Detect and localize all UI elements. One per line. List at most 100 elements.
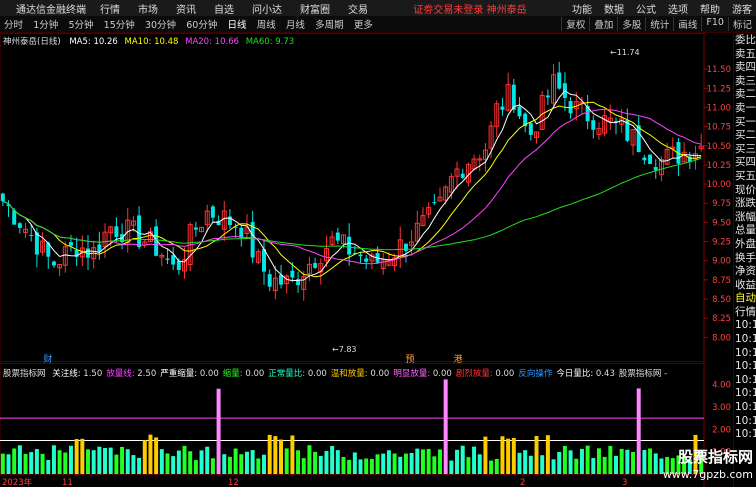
volume-ratio-bar xyxy=(494,458,499,474)
quote-field-label: 10:1 xyxy=(735,428,756,441)
candle-body xyxy=(591,120,596,130)
volume-ratio-bar xyxy=(602,456,607,474)
main-chart-header: 神州泰岳(日线) MA5: 10.26 MA10: 10.48 MA20: 10… xyxy=(3,35,294,47)
volume-ratio-bar xyxy=(91,450,96,474)
volume-ratio-bar xyxy=(103,447,108,474)
quote-field-label: 买四 xyxy=(735,156,756,169)
quote-field-label: 卖四 xyxy=(735,61,756,74)
y-tick-label: 10.00 xyxy=(707,180,731,190)
volume-ratio-bar xyxy=(29,452,34,474)
volume-ratio-bar xyxy=(403,453,408,474)
volume-ratio-bar xyxy=(256,458,261,474)
low-price-label: ←7.83 xyxy=(332,345,357,354)
candle-body xyxy=(171,255,176,265)
main-frame xyxy=(0,33,705,362)
volume-ratio-bar xyxy=(347,459,352,474)
menu-item[interactable]: 游客 xyxy=(732,1,752,16)
quote-field-label: 10:1 xyxy=(735,360,756,373)
volume-ratio-bar xyxy=(528,455,533,474)
volume-ratio-bar xyxy=(171,456,176,474)
volume-ratio-bar xyxy=(500,436,505,474)
volume-ratio-bar xyxy=(182,445,187,474)
ma-label: MA5: 10.26 xyxy=(69,37,118,47)
quote-field-label: 卖一 xyxy=(735,101,756,114)
volume-ratio-bar xyxy=(284,448,289,474)
volume-ratio-bar xyxy=(369,459,374,474)
candle-body xyxy=(460,173,465,178)
candle-body xyxy=(17,223,22,228)
y-tick-label: 8.00 xyxy=(712,333,731,343)
volume-ratio-bar xyxy=(585,445,590,474)
volume-ratio-bar xyxy=(358,459,363,474)
volume-ratio-bar xyxy=(176,450,181,474)
ma-line xyxy=(2,101,702,278)
ma-line xyxy=(2,90,702,282)
volume-ratio-bar xyxy=(250,450,255,474)
quote-field-label: 外盘 xyxy=(735,237,756,250)
candle-body xyxy=(193,227,198,230)
quote-field-label: 涨跌 xyxy=(735,197,756,210)
sub-chart-header: 股票指标网 关注线: 1.50 放量线: 2.50 严重缩量: 0.00 缩量: 0.… xyxy=(3,367,667,379)
quote-field-label: 换手 xyxy=(735,251,756,264)
x-axis-label: 2 xyxy=(520,478,525,487)
y-tick-label: 10.25 xyxy=(707,161,731,171)
candle-body xyxy=(335,232,340,241)
volume-ratio-bar xyxy=(148,434,153,474)
volume-ratio-bar xyxy=(483,436,488,474)
volume-ratio-bar xyxy=(233,448,238,474)
volume-ratio-bar xyxy=(330,445,335,474)
candle-body xyxy=(358,254,363,257)
volume-ratio-bar xyxy=(352,452,357,474)
indicator-tail: 股票指标网 - xyxy=(618,369,668,379)
y-tick-label: 9.00 xyxy=(712,257,731,267)
quote-field-label: 自动 xyxy=(735,292,756,305)
candle-body xyxy=(12,210,17,225)
volume-ratio-bar xyxy=(557,451,562,474)
quote-field-label: 净资 xyxy=(735,265,756,278)
indicator-param: 放量线: 2.50 xyxy=(106,369,157,379)
indicator-param: 反向操作 xyxy=(518,369,553,379)
volume-ratio-bar xyxy=(506,438,511,474)
candle-body xyxy=(364,258,369,262)
volume-ratio-bar xyxy=(455,449,460,474)
volume-ratio-bar xyxy=(438,449,442,474)
indicator-param: 严重缩量: 0.00 xyxy=(160,369,219,379)
volume-ratio-bar xyxy=(477,454,482,474)
quote-field-label: 买一 xyxy=(735,115,756,128)
volume-ratio-bar xyxy=(432,456,437,474)
volume-ratio-bar xyxy=(51,445,56,474)
candle-body xyxy=(0,193,5,202)
x-axis-label: 11 xyxy=(62,478,73,487)
volume-ratio-bar xyxy=(227,456,232,474)
volume-ratio-bar xyxy=(97,446,102,474)
y-tick-label: 9.50 xyxy=(712,218,731,228)
volume-ratio-bar xyxy=(648,448,653,474)
volume-ratio-bar xyxy=(335,450,340,474)
quote-field-label: 行情 xyxy=(735,305,756,318)
indicator-param: 剧烈放量: 0.00 xyxy=(455,369,515,379)
y-tick-label: 10.75 xyxy=(707,123,731,133)
candle-body xyxy=(313,263,318,268)
quote-field-label: 总量 xyxy=(735,224,756,237)
candle-body xyxy=(137,215,142,248)
volume-ratio-bar xyxy=(159,449,164,474)
kline-chart[interactable]: 11.50 11.25 11.00 10.75 10.50 10.25 10.00 9.75 9… xyxy=(0,0,733,487)
volume-ratio-bar xyxy=(466,457,471,474)
volume-ratio-bar xyxy=(443,379,448,474)
candle-body xyxy=(545,95,550,98)
event-marker: 财 xyxy=(43,353,52,365)
x-axis-label: 3 xyxy=(622,478,627,487)
candle-body xyxy=(29,234,34,236)
volume-ratio-bar xyxy=(188,451,193,474)
volume-ratio-bar xyxy=(460,445,465,474)
candle-body xyxy=(290,270,295,278)
volume-ratio-bar xyxy=(642,450,647,474)
volume-ratio-bar xyxy=(108,447,113,474)
quote-field-label: 10:1 xyxy=(735,373,756,386)
candle-body xyxy=(557,72,562,89)
quote-field-label: 现价 xyxy=(735,183,756,196)
volume-ratio-bar xyxy=(517,452,522,474)
volume-ratio-bar xyxy=(193,460,198,474)
quote-field-label: 10:1 xyxy=(735,319,756,332)
indicator-param: 明显放量: 0.00 xyxy=(393,369,452,379)
